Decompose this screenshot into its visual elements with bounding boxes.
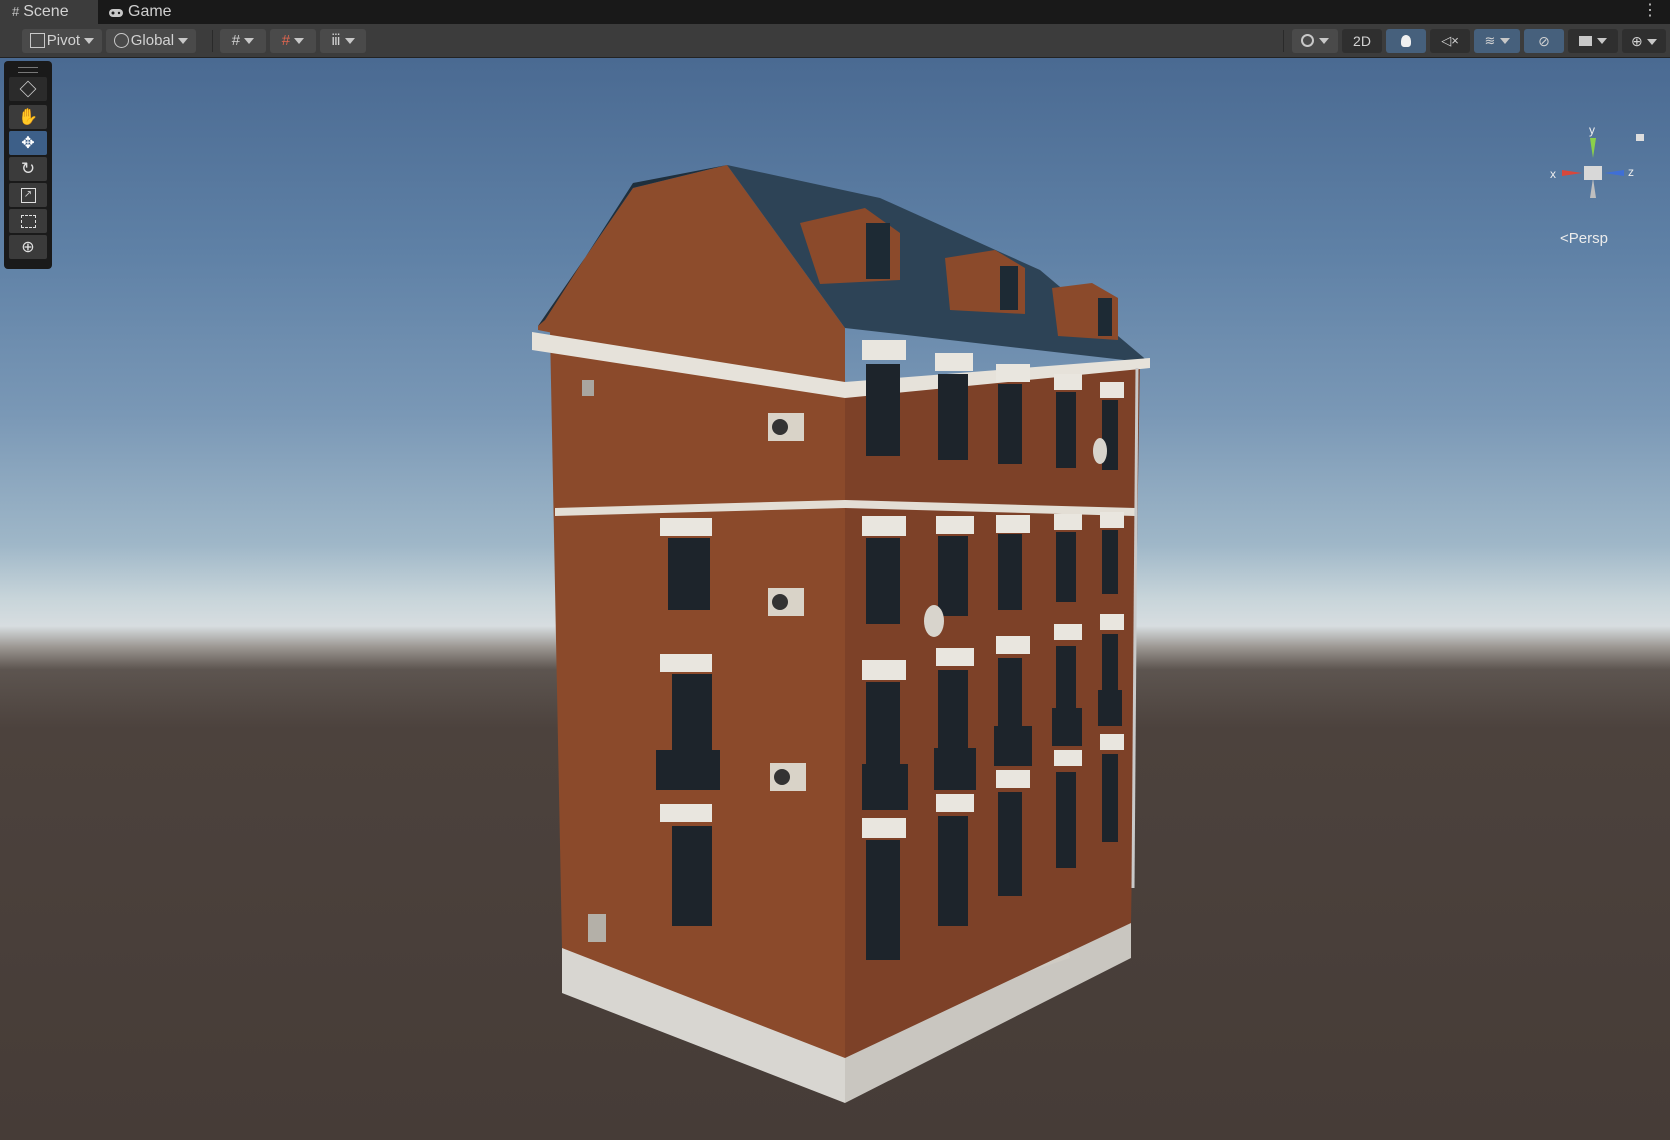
chevron-down-icon — [1596, 38, 1607, 45]
chevron-down-icon — [344, 38, 355, 45]
pivot-icon — [29, 32, 45, 48]
view-tool-button[interactable]: ✋ — [9, 105, 47, 129]
gizmos-dropdown[interactable]: ⊕ — [1622, 29, 1666, 53]
orientation-gizmo[interactable]: x y z — [1540, 120, 1650, 210]
move-tool-button[interactable]: ✥ — [9, 131, 47, 155]
tab-game[interactable]: Game — [104, 0, 194, 24]
rotate-tool-button[interactable]: ↻ — [9, 157, 47, 181]
pivot-label: Pivot — [46, 32, 81, 49]
axis-x-label: x — [1550, 167, 1556, 181]
axis-y-label: y — [1589, 123, 1595, 137]
tools-overlay: ✋ ✥ ↻ ↗ ⊕ — [4, 61, 52, 269]
effects-dropdown[interactable]: ≋ — [1474, 29, 1520, 53]
cube-icon — [19, 80, 37, 98]
axis-z-label: z — [1628, 165, 1634, 179]
shading-sphere-icon — [1301, 33, 1315, 47]
eye-hidden-icon: ⊘ — [1538, 33, 1550, 49]
light-bulb-icon — [1401, 35, 1411, 48]
building-model[interactable] — [0, 58, 1670, 1140]
camera-icon — [1579, 36, 1593, 47]
audio-toggle-button[interactable]: ◁× — [1430, 29, 1470, 53]
grid-snap-icon: # — [231, 32, 241, 49]
scene-viewport[interactable]: ✋ ✥ ↻ ↗ ⊕ x y z <Persp — [0, 58, 1670, 1140]
pivot-dropdown[interactable]: Pivot — [22, 29, 102, 53]
chevron-down-icon — [84, 38, 95, 45]
scale-tool-button[interactable]: ↗ — [9, 183, 47, 207]
rotate-icon: ↻ — [20, 159, 36, 178]
overlay-menu-button[interactable] — [9, 77, 47, 101]
scene-toolbar: Pivot Global # # ⅲ 2D ◁× ≋ ⊘ ⊕ — [0, 24, 1670, 58]
more-options-icon[interactable]: ⋮ — [1642, 0, 1658, 24]
transform-icon: ⊕ — [21, 239, 35, 256]
mute-speaker-icon: ◁× — [1441, 33, 1459, 48]
chevron-down-icon — [1499, 38, 1510, 45]
scene-lighting-button[interactable] — [1386, 29, 1426, 53]
grid-snapping-button[interactable]: # — [220, 29, 266, 53]
tab-bar: # Scene Game ⋮ — [0, 0, 1670, 24]
move-arrows-icon: ✥ — [21, 135, 35, 152]
grid-toggle-icon: # — [281, 32, 291, 49]
draw-mode-dropdown[interactable] — [1292, 29, 1338, 53]
chevron-down-icon — [1318, 38, 1329, 45]
globe-icon — [113, 32, 129, 48]
chevron-down-icon — [178, 38, 189, 45]
chevron-down-icon — [244, 38, 255, 45]
ruler-icon: ⅲ — [331, 32, 341, 49]
chevron-left-icon: < — [1560, 230, 1569, 247]
increment-snapping-button[interactable]: ⅲ — [320, 29, 366, 53]
layers-icon: ≋ — [1484, 33, 1496, 48]
global-dropdown[interactable]: Global — [106, 29, 196, 53]
toolbar-divider — [212, 30, 213, 52]
gizmo-sphere-icon: ⊕ — [1631, 33, 1643, 49]
2d-toggle-button[interactable]: 2D — [1342, 29, 1382, 53]
scale-icon: ↗ — [20, 187, 36, 203]
chevron-down-icon — [294, 38, 305, 45]
tab-scene-label: Scene — [23, 3, 69, 20]
rect-tool-button[interactable] — [9, 209, 47, 233]
transform-tool-button[interactable]: ⊕ — [9, 235, 47, 259]
projection-label: Persp — [1568, 230, 1608, 247]
tab-game-label: Game — [128, 3, 172, 20]
gamepad-icon — [108, 0, 124, 24]
global-label: Global — [130, 32, 175, 49]
grid-visibility-button[interactable]: # — [270, 29, 316, 53]
chevron-down-icon — [1646, 39, 1657, 46]
grid-hash-icon: # — [12, 4, 20, 19]
rect-transform-icon — [20, 214, 36, 228]
hand-icon: ✋ — [18, 109, 38, 126]
toolbar-divider — [1283, 30, 1284, 52]
hidden-objects-toggle[interactable]: ⊘ — [1524, 29, 1564, 53]
camera-settings-dropdown[interactable] — [1568, 29, 1618, 53]
projection-toggle[interactable]: <Persp — [1560, 230, 1608, 247]
overlay-grip-icon[interactable] — [18, 67, 38, 73]
tab-scene[interactable]: # Scene — [0, 0, 98, 24]
axis-gizmo-icon: x y z — [1550, 123, 1644, 198]
